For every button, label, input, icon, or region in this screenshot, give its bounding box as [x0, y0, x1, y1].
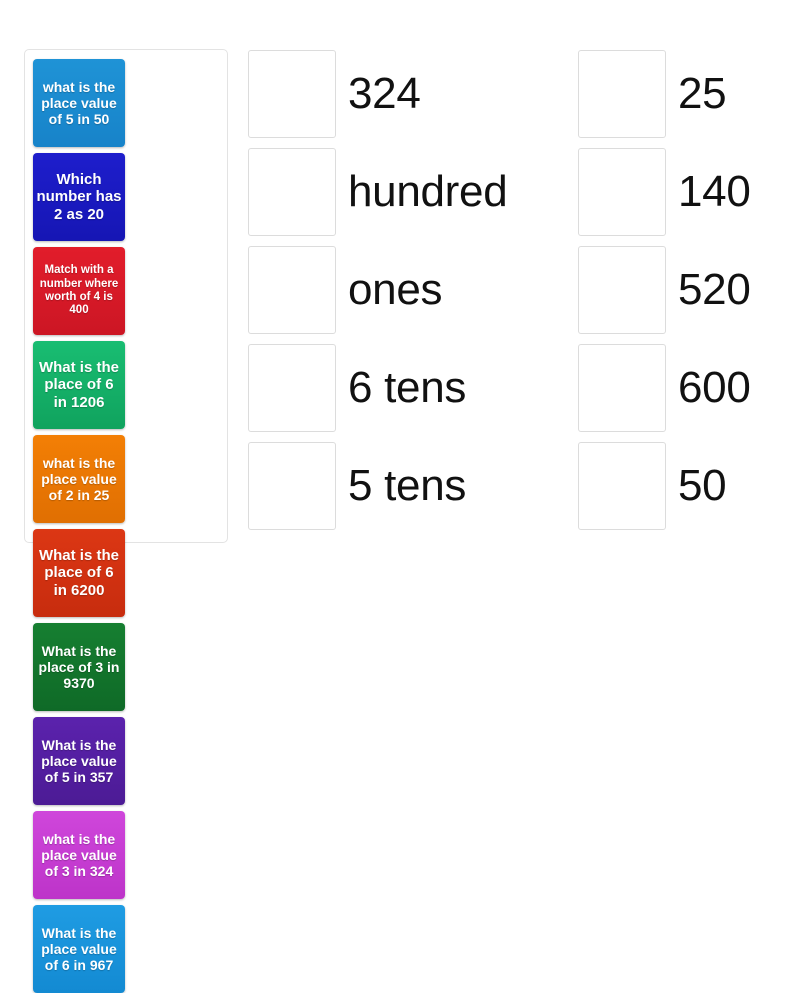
answer-row: 25: [578, 49, 793, 139]
match-up-activity: what is the place value of 5 in 50 Which …: [0, 0, 800, 993]
tile-label: Which number has 2 as 20: [36, 170, 122, 223]
tile-label: what is the place value of 2 in 25: [41, 454, 117, 504]
tile-label: what is the place value of 5 in 50: [41, 78, 117, 128]
answer-label: 25: [678, 69, 727, 118]
answer-row: 520: [578, 245, 793, 335]
answer-label: 520: [678, 265, 751, 314]
answer-row: hundred: [248, 147, 566, 237]
tile-label: What is the place of 6 in 1206: [38, 358, 119, 411]
draggable-tile[interactable]: Which number has 2 as 20: [33, 153, 125, 241]
draggable-tile[interactable]: What is the place of 6 in 6200: [33, 529, 125, 617]
answer-row: 5 tens: [248, 441, 566, 531]
tile-label: Match with a number where worth of 4 is …: [39, 264, 119, 317]
draggable-tile[interactable]: Match with a number where worth of 4 is …: [33, 247, 125, 335]
answer-row: 324: [248, 49, 566, 139]
answer-dropzone[interactable]: [248, 50, 336, 138]
draggable-tile[interactable]: what is the place value of 2 in 25: [33, 435, 125, 523]
tile-label: What is the place value of 6 in 967: [41, 924, 117, 974]
answer-label: ones: [348, 265, 443, 314]
answer-label: 324: [348, 69, 421, 118]
tile-label: What is the place value of 5 in 357: [41, 736, 117, 786]
answer-dropzone[interactable]: [248, 442, 336, 530]
draggable-tile[interactable]: What is the place value of 6 in 967: [33, 905, 125, 993]
answer-label: hundred: [348, 167, 508, 216]
answer-column-right: 25 140 520 600 50: [578, 49, 793, 531]
answer-dropzone[interactable]: [578, 50, 666, 138]
tile-label: what is the place value of 3 in 324: [41, 830, 117, 880]
answer-label: 5 tens: [348, 461, 467, 510]
answer-label: 50: [678, 461, 727, 510]
answer-label: 600: [678, 363, 751, 412]
draggable-tile[interactable]: what is the place value of 3 in 324: [33, 811, 125, 899]
answer-row: ones: [248, 245, 566, 335]
answer-row: 140: [578, 147, 793, 237]
answer-row: 6 tens: [248, 343, 566, 433]
answer-dropzone[interactable]: [578, 344, 666, 432]
answer-dropzone[interactable]: [248, 344, 336, 432]
answer-dropzone[interactable]: [578, 148, 666, 236]
draggable-tile[interactable]: what is the place value of 5 in 50: [33, 59, 125, 147]
draggable-tile-panel: what is the place value of 5 in 50 Which …: [24, 49, 228, 993]
answer-label: 140: [678, 167, 751, 216]
answer-label: 6 tens: [348, 363, 467, 412]
answer-dropzone[interactable]: [248, 148, 336, 236]
answer-row: 50: [578, 441, 793, 531]
tile-label: What is the place of 6 in 6200: [38, 546, 119, 599]
draggable-tile[interactable]: What is the place of 6 in 1206: [33, 341, 125, 429]
draggable-tile[interactable]: What is the place value of 5 in 357: [33, 717, 125, 805]
answer-row: 600: [578, 343, 793, 433]
tile-label: What is the place of 3 in 9370: [38, 642, 120, 692]
answer-dropzone[interactable]: [578, 442, 666, 530]
answer-column-middle: 324 hundred ones 6 tens 5 tens: [248, 49, 566, 531]
answer-dropzone[interactable]: [578, 246, 666, 334]
draggable-tile[interactable]: What is the place of 3 in 9370: [33, 623, 125, 711]
answer-dropzone[interactable]: [248, 246, 336, 334]
